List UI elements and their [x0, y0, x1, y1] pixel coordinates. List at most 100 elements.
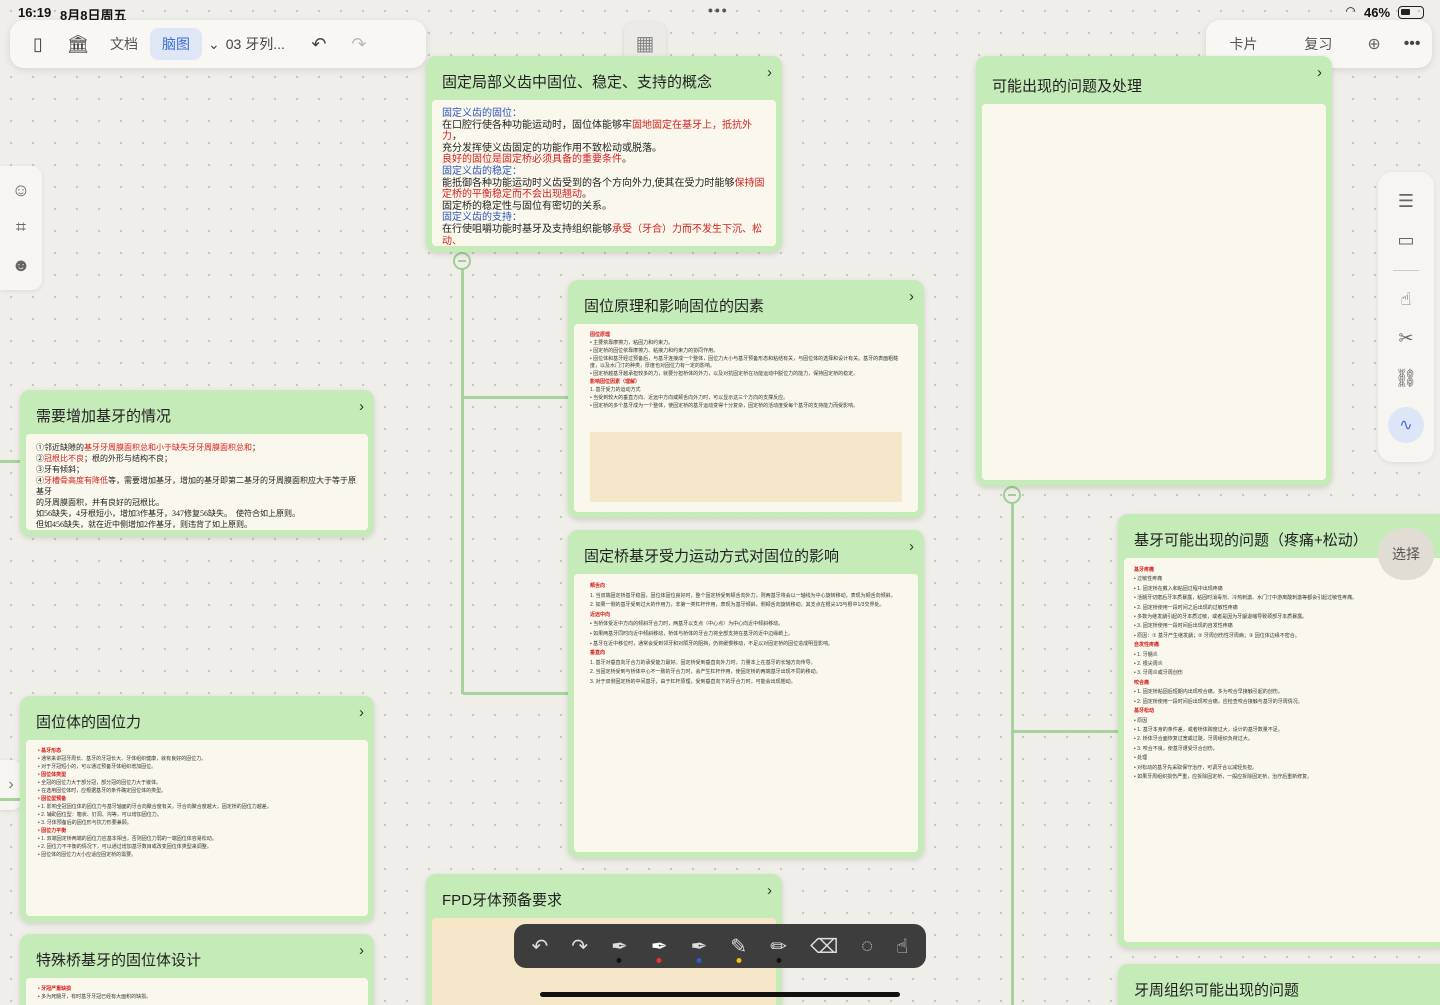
- hand-tool-icon[interactable]: ☝: [896, 934, 908, 959]
- card-periodontal[interactable]: 牙周组织可能出现的问题: [1118, 964, 1440, 1005]
- more-icon[interactable]: •••: [1404, 28, 1421, 60]
- home-indicator: [540, 992, 900, 997]
- select-button[interactable]: 选择: [1378, 528, 1434, 580]
- note-line: • 2. 辅助固位型：箱状、钉洞、沟等，可以增加固位力。: [38, 812, 162, 818]
- library-icon[interactable]: 🏛: [58, 28, 98, 60]
- undo-icon[interactable]: ↶: [532, 934, 549, 959]
- note-line: 如56缺失，4牙根短小，增加3作基牙，347修复56缺失。 使符合如上原则。: [36, 508, 358, 519]
- note-line: • 全冠的固位力大于部分冠，部分冠的固位力大于嵌体。: [38, 780, 162, 786]
- card-force-mode[interactable]: 固定桥基牙受力运动方式对固位的影响 › 颊舌向 1. 当双端固定桥基牙稳固，固位体…: [568, 530, 924, 858]
- connector: [0, 798, 20, 801]
- fountain-pen-icon[interactable]: ✒: [611, 934, 628, 963]
- note-line: • 基牙形态: [38, 748, 62, 754]
- connector: [463, 396, 569, 399]
- divider: [1393, 269, 1419, 271]
- pen-blue-icon[interactable]: ✒: [691, 934, 707, 963]
- note-line: 良好的固位是固定桥必须具备的重要条件。: [442, 154, 766, 166]
- tab-mindmap[interactable]: 脑图: [150, 28, 202, 60]
- card-possible-issues[interactable]: 可能出现的问题及处理 ›: [976, 56, 1332, 486]
- collapse-node-button[interactable]: [1003, 486, 1021, 504]
- card-body: 固定义齿的固位： 在口腔行使各种功能运动时，固位体能够牢固地固定在基牙上，抵抗外力…: [432, 100, 776, 246]
- text-span: 如56缺失，4牙根短小，增加3作基牙，347修复56缺失。 使符合如上原则。: [36, 509, 300, 518]
- note-line: • 固定桥的多个基牙成为一个整体，使固定桥的基牙运动变得十分复杂，固定桥的活动度…: [590, 403, 859, 409]
- chevron-right-icon[interactable]: ›: [767, 64, 772, 81]
- expand-panel-icon[interactable]: ›: [0, 760, 22, 810]
- emoji-icon[interactable]: ☻: [12, 255, 31, 276]
- note-line: 充分发挥使义齿固定的功能作用不致松动或脱落。: [442, 143, 766, 155]
- text-span: 固定义齿的支持：: [442, 212, 522, 224]
- highlight-text: 基牙牙周膜面积总和小于缺失牙牙周膜面积总和: [84, 443, 252, 452]
- note-text: • 牙冠严重缺损 • 多为死髓牙，有时基牙牙冠已经有大面积的缺损。: [26, 978, 368, 1001]
- text-span: 能抵御各种功能运动时义齿受到的各个方向外力,使其在受力时能够: [442, 177, 735, 189]
- note-line: 1. 基牙对垂直向牙合力的承受能力最好。固定桥受到垂直向外力时，力量本上在基牙的…: [590, 659, 816, 666]
- note-line: • 2. 固定桥使用一段时间后出现咬合痛，应检查咬合接触与基牙的牙周情况。: [1134, 698, 1303, 705]
- web-icon[interactable]: ⊕: [1367, 28, 1380, 60]
- text-recognize-icon[interactable]: ⌗: [16, 217, 26, 238]
- note-line: 1. 当双端固定桥基牙稳固，固位体固位良好时，整个固定桥受到颊舌向外力，则两基牙…: [590, 592, 896, 599]
- collapse-node-button[interactable]: [453, 252, 471, 270]
- wifi-icon: ◠: [1346, 4, 1356, 18]
- note-line: ②冠根比不良；根的外形与结构不良；: [36, 453, 358, 464]
- highlight-text: 保持固: [734, 177, 765, 189]
- note-line: • 如果牙周组织损伤严重，应拆除固定桥，一般应拆除固定桥，治疗后重新修复。: [1134, 773, 1313, 780]
- card-add-abutment[interactable]: 需要增加基牙的情况 › ①邻近缺隙的基牙牙周膜面积总和小于缺失牙牙周膜面积总和；…: [20, 390, 374, 536]
- text-span: 固定义齿的固位：: [442, 108, 522, 119]
- text-span: 固定桥的稳定性与固位有密切的关系。: [442, 200, 612, 212]
- note-line: 2. 当固定桥受到与桥体中心不一致的牙合力时，会产生杠杆作用，使固定桥的两端基牙…: [590, 669, 821, 676]
- scissors-icon[interactable]: ✂: [1398, 328, 1413, 349]
- text-span: ③牙有倾斜；: [36, 465, 84, 474]
- card-title: 可能出现的问题及处理: [992, 77, 1143, 95]
- text-span: ；根的外形与结构不良；: [84, 454, 172, 463]
- note-line: • 原因: [1134, 717, 1148, 724]
- note-line: • 1. 固定桥粘固后短期内出现咬合痛，多为咬合早接触引起的创伤。: [1134, 689, 1283, 696]
- connector: [463, 692, 569, 695]
- battery-icon: [1398, 6, 1424, 19]
- hand-pointer-icon[interactable]: ☝: [1401, 289, 1412, 310]
- note-line: • 过敏性疼痛: [1134, 576, 1163, 583]
- chevron-right-icon[interactable]: ›: [909, 538, 914, 555]
- lasso-icon[interactable]: ∿: [1388, 406, 1424, 443]
- note-line: 3. 对于双侧固定桥的中间基牙，由于杠杆原理，受到垂直向下的牙合力时，可能会出现…: [590, 678, 796, 685]
- redo-icon[interactable]: ↷: [339, 28, 379, 60]
- note-line: 颊舌向: [590, 583, 606, 589]
- multitask-dots-icon[interactable]: •••: [708, 2, 729, 18]
- pen-red-icon[interactable]: ✒: [651, 934, 668, 963]
- note-line: • 牙冠严重缺损: [38, 986, 72, 992]
- text-span: ④: [36, 476, 44, 485]
- card-body: ①邻近缺隙的基牙牙周膜面积总和小于缺失牙牙周膜面积总和； ②冠根比不良；根的外形与…: [26, 434, 368, 530]
- note-line: 在行使咀嚼功能时基牙及支持组织能够承受（牙合）力而不发生下沉、松动、: [442, 224, 766, 246]
- lasso-select-icon[interactable]: ◌: [861, 935, 873, 958]
- file-dropdown[interactable]: ⌄ 03 牙列...: [202, 28, 291, 60]
- text-span: ，: [452, 131, 462, 143]
- note-line: • 当桥体受近中方向的倾斜牙合力时，两基牙以支点（中心点）为中心向近中倾斜移动。: [590, 621, 784, 628]
- card-title: 固定局部义齿中固位、稳定、支持的概念: [442, 73, 713, 91]
- eraser-icon[interactable]: ⌫: [810, 934, 838, 959]
- redo-icon[interactable]: ↷: [571, 934, 588, 959]
- layout-icon[interactable]: ▭: [1397, 230, 1414, 251]
- tab-document[interactable]: 文档: [98, 28, 150, 60]
- chevron-right-icon[interactable]: ›: [1317, 64, 1322, 81]
- chevron-right-icon[interactable]: ›: [359, 942, 364, 959]
- card-title: 特殊桥基牙的固位体设计: [36, 951, 202, 969]
- chevron-right-icon[interactable]: ›: [909, 288, 914, 305]
- pencil-icon[interactable]: ✏: [770, 934, 787, 963]
- note-line: • 2. 固定桥使用一段时间之后出现的过敏性疼痛: [1134, 604, 1238, 611]
- card-fixed-concept[interactable]: 固定局部义齿中固位、稳定、支持的概念 › 固定义齿的固位： 在口腔行使各种功能运动…: [426, 56, 782, 252]
- chevron-right-icon[interactable]: ›: [767, 882, 772, 899]
- highlighter-icon[interactable]: ✎: [730, 934, 747, 963]
- highlight-text: 冠根比不良: [44, 454, 84, 463]
- chevron-right-icon[interactable]: ›: [359, 704, 364, 721]
- sidebar-toggle-icon[interactable]: ▯: [18, 28, 58, 60]
- robot-icon[interactable]: ☺: [12, 180, 30, 201]
- card-body: 颊舌向 1. 当双端固定桥基牙稳固，固位体固位良好时，整个固定桥受到颊舌向外力，则…: [574, 574, 918, 852]
- pen-toolbar: ↶ ↷ ✒ ✒ ✒ ✎ ✏ ⌫ ◌ ☝: [514, 924, 926, 968]
- link-icon[interactable]: ⛓: [1395, 368, 1418, 389]
- card-special-bridge[interactable]: 特殊桥基牙的固位体设计 › • 牙冠严重缺损 • 多为死髓牙，有时基牙牙冠已经有大…: [20, 934, 374, 1005]
- card-retainer-force[interactable]: 固位体的固位力 › • 基牙形态 • 通常来讲冠牙周长、基牙的牙冠长大、牙体组织健…: [20, 696, 374, 922]
- note-line: • 1. 基牙本身的条件差，或者桥体跨度过大，设计的基牙数量不足。: [1134, 726, 1283, 733]
- outline-list-icon[interactable]: ☰: [1398, 191, 1414, 212]
- undo-icon[interactable]: ↶: [299, 28, 339, 60]
- card-abutment-problems[interactable]: 基牙可能出现的问题（疼痛+松动） 基牙疼痛 • 过敏性疼痛 • 1. 固定桥在戴入和…: [1118, 514, 1440, 948]
- chevron-right-icon[interactable]: ›: [359, 398, 364, 415]
- card-retention-principle[interactable]: 固位原理和影响固位的因素 › 固位原理 • 主要依靠摩擦力，粘固力和约束力。 • 固…: [568, 280, 924, 518]
